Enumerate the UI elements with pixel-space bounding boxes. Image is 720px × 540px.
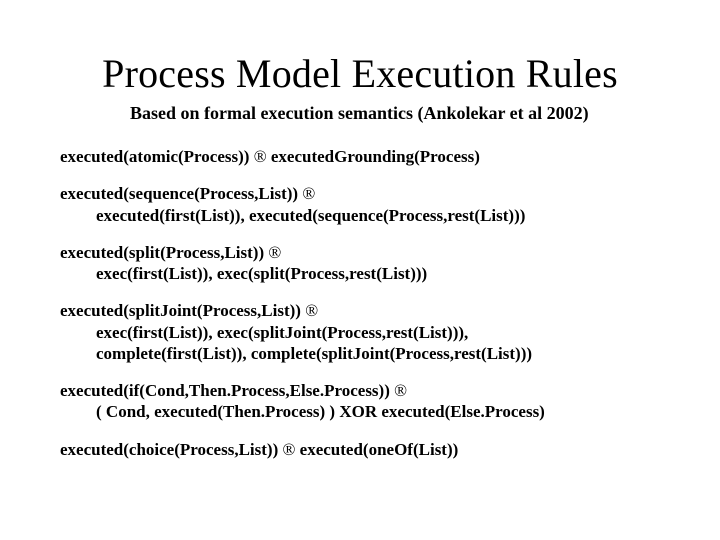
rule-text: executed(oneOf(List)) — [295, 440, 458, 459]
rule-if: executed(if(Cond,Then.Process,Else.Proce… — [60, 380, 660, 423]
slide-subtitle: Based on formal execution semantics (Ank… — [60, 103, 660, 124]
rule-sequence: executed(sequence(Process,List)) ® execu… — [60, 183, 660, 226]
rule-body: exec(first(List)), exec(splitJoint(Proce… — [60, 322, 660, 343]
rule-atomic: executed(atomic(Process)) ® executedGrou… — [60, 146, 660, 167]
rule-text: executed(splitJoint(Process,List)) — [60, 301, 305, 320]
rule-choice: executed(choice(Process,List)) ® execute… — [60, 439, 660, 460]
arrow-icon: ® — [305, 301, 318, 320]
rule-text: executed(atomic(Process)) — [60, 147, 254, 166]
rule-body: complete(first(List)), complete(splitJoi… — [60, 343, 660, 364]
rule-body: exec(first(List)), exec(split(Process,re… — [60, 263, 660, 284]
rule-splitjoint: executed(splitJoint(Process,List)) ® exe… — [60, 300, 660, 364]
slide: Process Model Execution Rules Based on f… — [0, 0, 720, 540]
arrow-icon: ® — [302, 184, 315, 203]
rule-body: executed(first(List)), executed(sequence… — [60, 205, 660, 226]
rule-text: executed(if(Cond,Then.Process,Else.Proce… — [60, 381, 394, 400]
slide-title: Process Model Execution Rules — [60, 50, 660, 97]
arrow-icon: ® — [254, 147, 267, 166]
rule-text: executed(choice(Process,List)) — [60, 440, 283, 459]
arrow-icon: ® — [268, 243, 281, 262]
rule-text: executedGrounding(Process) — [267, 147, 480, 166]
rule-text: executed(split(Process,List)) — [60, 243, 268, 262]
rule-body: ( Cond, executed(Then.Process) ) XOR exe… — [60, 401, 660, 422]
rule-split: executed(split(Process,List)) ® exec(fir… — [60, 242, 660, 285]
arrow-icon: ® — [283, 440, 296, 459]
rule-text: executed(sequence(Process,List)) — [60, 184, 302, 203]
arrow-icon: ® — [394, 381, 407, 400]
